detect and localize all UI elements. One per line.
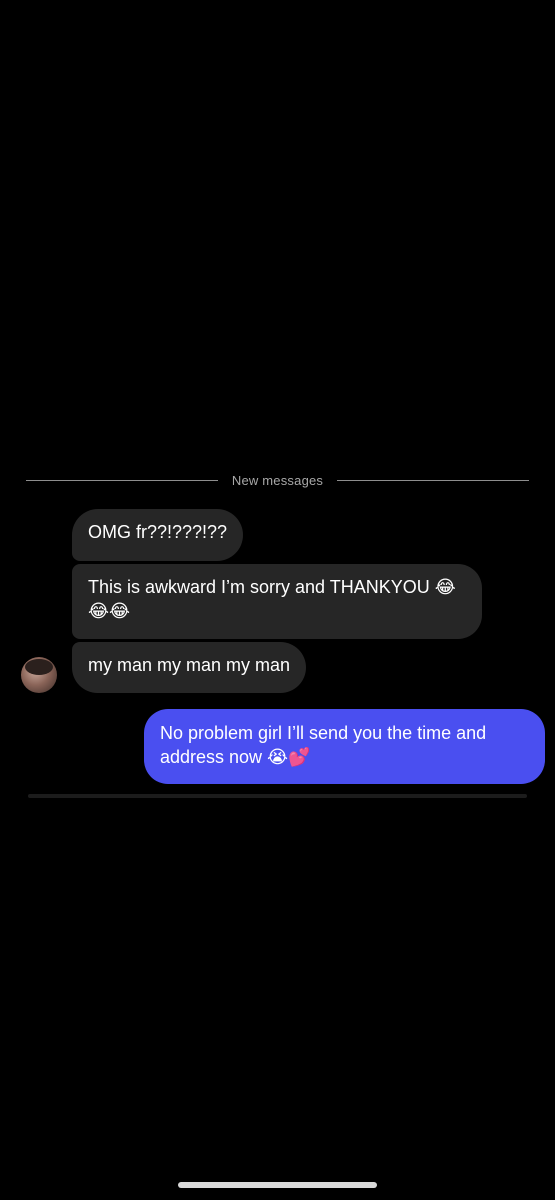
message-composer-edge xyxy=(28,794,527,798)
contact-avatar[interactable] xyxy=(21,657,57,693)
incoming-message-bubble[interactable]: This is awkward I’m sorry and THANKYOU 😂… xyxy=(72,564,482,639)
home-indicator[interactable] xyxy=(178,1182,377,1188)
new-messages-label: New messages xyxy=(231,472,324,488)
outgoing-message-bubble[interactable]: No problem girl I’ll send you the time a… xyxy=(144,709,545,784)
incoming-message-bubble[interactable]: OMG fr??!???!?? xyxy=(72,509,244,561)
divider-line-right xyxy=(337,479,529,481)
divider-line-left xyxy=(26,479,218,481)
incoming-message-bubble[interactable]: my man my man my man xyxy=(72,642,307,693)
new-messages-divider: New messages xyxy=(26,469,529,491)
